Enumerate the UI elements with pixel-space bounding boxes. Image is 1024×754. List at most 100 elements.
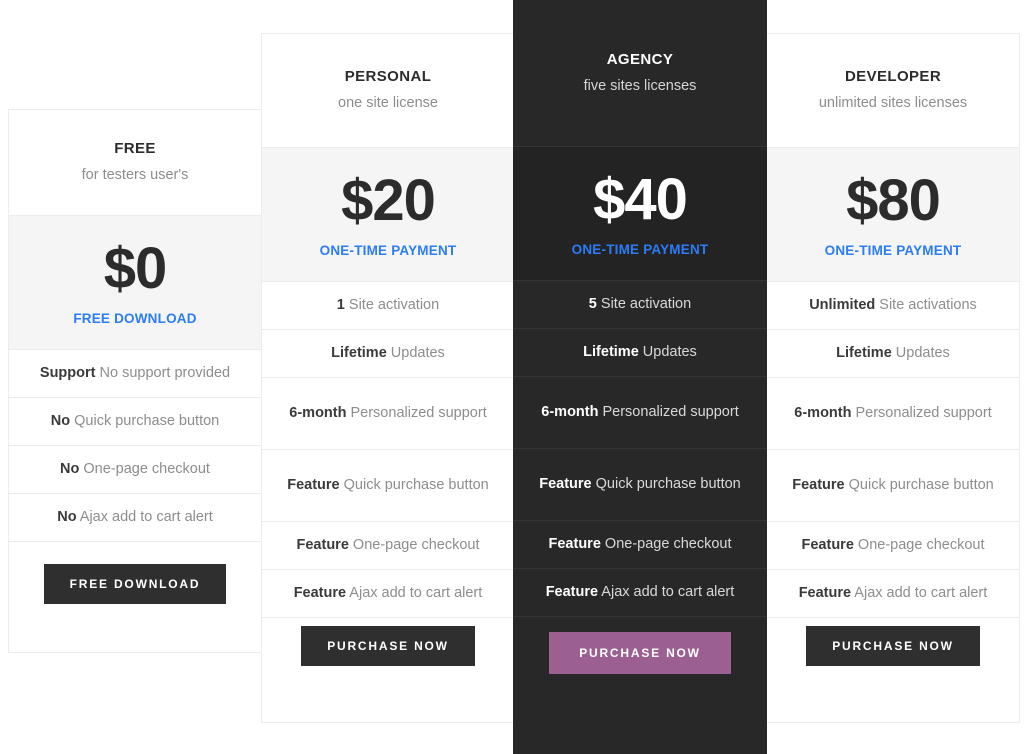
feature-text: One-page checkout bbox=[600, 535, 732, 552]
feature-row: Feature Ajax add to cart alert bbox=[262, 570, 514, 618]
plan-price-note-free: FREE DOWNLOAD bbox=[73, 310, 197, 326]
pricing-table: FREE for testers user's $0 FREE DOWNLOAD… bbox=[0, 0, 1024, 754]
feature-row: Lifetime Updates bbox=[767, 330, 1019, 378]
feature-row: Unlimited Site activations bbox=[767, 282, 1019, 330]
feature-text: Updates bbox=[638, 343, 697, 360]
feature-row: No One-page checkout bbox=[9, 446, 261, 494]
feature-strong: Feature bbox=[548, 535, 601, 552]
plan-features-developer: Unlimited Site activations Lifetime Upda… bbox=[767, 282, 1019, 618]
pricing-plan-developer: DEVELOPER unlimited sites licenses $80 O… bbox=[766, 33, 1020, 723]
plan-tagline-personal: one site license bbox=[338, 95, 438, 112]
feature-text: Updates bbox=[386, 344, 445, 361]
feature-row: Feature One-page checkout bbox=[767, 522, 1019, 570]
plan-price-note-personal: ONE-TIME PAYMENT bbox=[319, 242, 457, 258]
feature-text: Site activation bbox=[344, 296, 440, 313]
pricing-plan-agency: AGENCY five sites licenses $40 ONE-TIME … bbox=[513, 0, 767, 754]
plan-price-agency: $40 bbox=[593, 166, 688, 232]
feature-text: Quick purchase button bbox=[339, 476, 489, 493]
plan-price-personal: $20 bbox=[341, 167, 436, 233]
plan-price-box-developer: $80 ONE-TIME PAYMENT bbox=[767, 147, 1019, 282]
plan-cta-agency: PURCHASE NOW bbox=[513, 617, 767, 754]
plan-header-developer: DEVELOPER unlimited sites licenses bbox=[767, 34, 1019, 147]
feature-row: Feature One-page checkout bbox=[513, 521, 767, 569]
feature-strong: No bbox=[60, 460, 80, 477]
plan-tagline-developer: unlimited sites licenses bbox=[818, 95, 968, 112]
feature-row: Feature Ajax add to cart alert bbox=[513, 569, 767, 617]
feature-text: Personalized support bbox=[851, 404, 992, 421]
purchase-now-button-agency[interactable]: PURCHASE NOW bbox=[549, 631, 731, 674]
feature-strong: Unlimited bbox=[809, 296, 876, 313]
feature-text: Quick purchase button bbox=[844, 476, 994, 493]
feature-text: No support provided bbox=[95, 364, 231, 381]
feature-text: One-page checkout bbox=[79, 460, 210, 477]
plan-header-agency: AGENCY five sites licenses bbox=[513, 0, 767, 146]
feature-text: Site activations bbox=[875, 296, 977, 313]
plan-price-box-personal: $20 ONE-TIME PAYMENT bbox=[262, 147, 514, 282]
plan-header-personal: PERSONAL one site license bbox=[262, 34, 514, 147]
feature-row: 6-month Personalized support bbox=[767, 378, 1019, 450]
plan-name-free: FREE bbox=[114, 140, 156, 158]
feature-strong: Feature bbox=[296, 536, 349, 553]
feature-row: Feature Ajax add to cart alert bbox=[767, 570, 1019, 618]
feature-text: Ajax add to cart alert bbox=[851, 584, 988, 601]
feature-strong: Feature bbox=[545, 583, 599, 600]
plan-name-developer: DEVELOPER bbox=[844, 68, 942, 86]
plan-tagline-free: for testers user's bbox=[81, 167, 189, 184]
plan-price-box-free: $0 FREE DOWNLOAD bbox=[9, 215, 261, 350]
feature-strong: Support bbox=[39, 364, 96, 381]
feature-text: Personalized support bbox=[346, 404, 487, 421]
feature-row: Feature Quick purchase button bbox=[767, 450, 1019, 522]
feature-text: Ajax add to cart alert bbox=[346, 584, 483, 601]
purchase-now-button-personal[interactable]: PURCHASE NOW bbox=[301, 626, 475, 666]
feature-strong: Feature bbox=[287, 476, 340, 493]
feature-strong: 6-month bbox=[541, 403, 599, 420]
feature-strong: Feature bbox=[539, 475, 592, 492]
feature-strong: Lifetime bbox=[331, 344, 387, 361]
pricing-plan-free: FREE for testers user's $0 FREE DOWNLOAD… bbox=[8, 109, 262, 653]
plan-price-box-agency: $40 ONE-TIME PAYMENT bbox=[513, 146, 767, 281]
feature-text: Quick purchase button bbox=[70, 412, 220, 429]
feature-row: 5 Site activation bbox=[513, 281, 767, 329]
feature-text: Updates bbox=[891, 344, 950, 361]
plan-tagline-agency: five sites licenses bbox=[583, 77, 697, 94]
plan-price-note-developer: ONE-TIME PAYMENT bbox=[824, 242, 962, 258]
feature-text: Ajax add to cart alert bbox=[598, 583, 735, 600]
plan-cta-personal: PURCHASE NOW bbox=[262, 618, 514, 722]
plan-features-personal: 1 Site activation Lifetime Updates 6-mon… bbox=[262, 282, 514, 618]
feature-text: One-page checkout bbox=[853, 536, 985, 553]
plan-features-agency: 5 Site activation Lifetime Updates 6-mon… bbox=[513, 281, 767, 617]
plan-name-personal: PERSONAL bbox=[344, 68, 432, 86]
plan-features-free: Support No support provided No Quick pur… bbox=[9, 350, 261, 542]
feature-text: Quick purchase button bbox=[591, 475, 741, 492]
plan-price-note-agency: ONE-TIME PAYMENT bbox=[571, 241, 709, 257]
plan-price-free: $0 bbox=[103, 235, 168, 301]
feature-row: 6-month Personalized support bbox=[262, 378, 514, 450]
feature-row: Lifetime Updates bbox=[262, 330, 514, 378]
feature-strong: Feature bbox=[798, 584, 852, 601]
plan-cta-developer: PURCHASE NOW bbox=[767, 618, 1019, 722]
feature-strong: Lifetime bbox=[836, 344, 892, 361]
plan-cta-free: FREE DOWNLOAD bbox=[9, 542, 261, 652]
plan-price-developer: $80 bbox=[846, 167, 941, 233]
feature-strong: Feature bbox=[792, 476, 845, 493]
feature-row: Support No support provided bbox=[9, 350, 261, 398]
feature-strong: 6-month bbox=[794, 404, 852, 421]
feature-row: No Quick purchase button bbox=[9, 398, 261, 446]
pricing-plan-personal: PERSONAL one site license $20 ONE-TIME P… bbox=[261, 33, 515, 723]
feature-text: Site activation bbox=[596, 295, 692, 312]
feature-row: 6-month Personalized support bbox=[513, 377, 767, 449]
feature-text: Ajax add to cart alert bbox=[76, 508, 213, 525]
feature-strong: Lifetime bbox=[583, 343, 639, 360]
feature-text: One-page checkout bbox=[348, 536, 480, 553]
feature-row: Lifetime Updates bbox=[513, 329, 767, 377]
feature-row: 1 Site activation bbox=[262, 282, 514, 330]
plan-name-agency: AGENCY bbox=[606, 50, 674, 68]
feature-text: Personalized support bbox=[598, 403, 739, 420]
purchase-now-button-developer[interactable]: PURCHASE NOW bbox=[806, 626, 980, 666]
feature-strong: 6-month bbox=[289, 404, 347, 421]
feature-strong: 1 bbox=[336, 296, 345, 313]
feature-row: No Ajax add to cart alert bbox=[9, 494, 261, 542]
feature-strong: Feature bbox=[293, 584, 347, 601]
feature-row: Feature Quick purchase button bbox=[513, 449, 767, 521]
free-download-button[interactable]: FREE DOWNLOAD bbox=[43, 564, 227, 604]
